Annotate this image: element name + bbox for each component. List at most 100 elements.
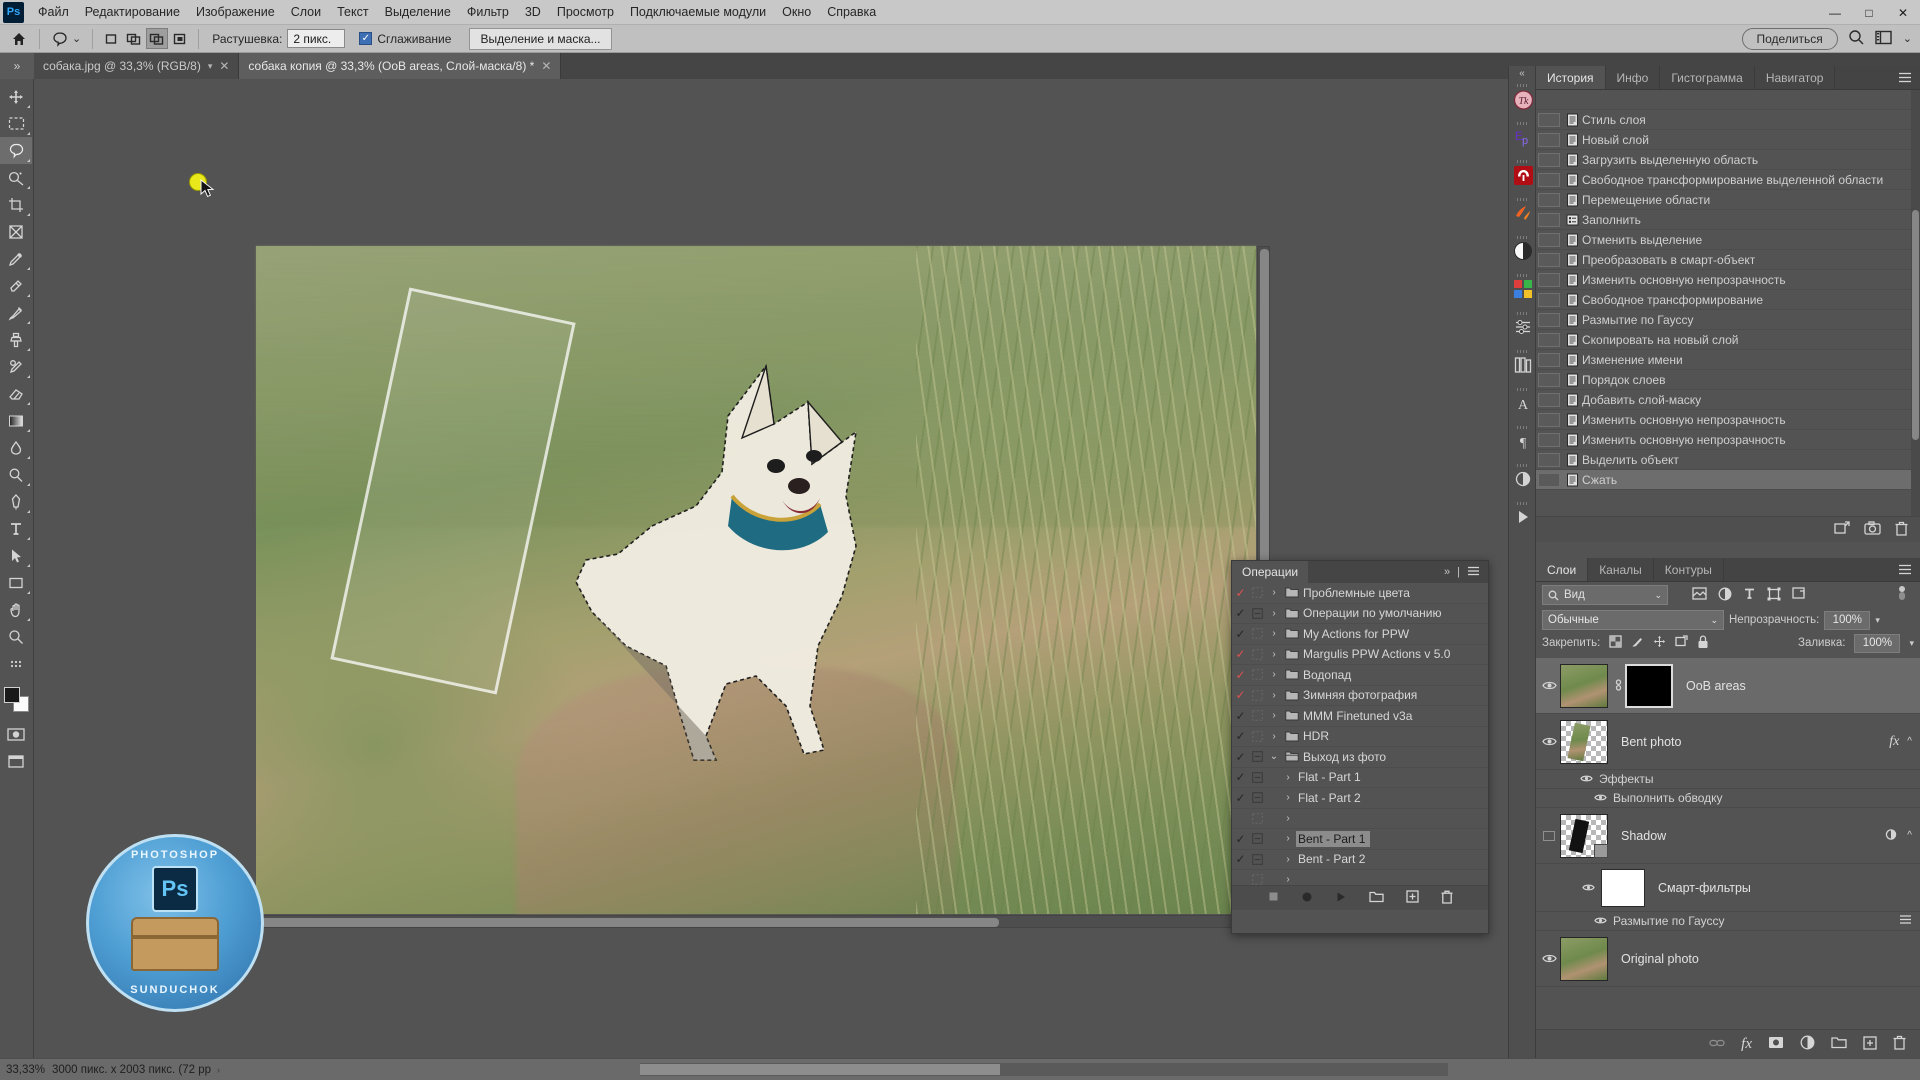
layer-row-oob-areas[interactable]: OoB areas bbox=[1536, 658, 1920, 714]
history-snapshot-box[interactable] bbox=[1538, 252, 1560, 267]
eye-icon-hidden[interactable] bbox=[1538, 830, 1560, 842]
brush-tool[interactable] bbox=[0, 299, 32, 326]
eye-icon[interactable] bbox=[1594, 791, 1607, 805]
action-dialog-toggle-icon[interactable] bbox=[1249, 771, 1266, 783]
properties-icon[interactable] bbox=[1509, 308, 1537, 346]
action-row[interactable]: › bbox=[1232, 809, 1488, 829]
chevron-right-icon[interactable]: › bbox=[1280, 874, 1296, 885]
history-item[interactable]: Скопировать на новый слой bbox=[1536, 330, 1920, 350]
exposure-icon[interactable]: Ep bbox=[1509, 118, 1537, 156]
menu-filter[interactable]: Фильтр bbox=[459, 2, 517, 22]
action-row[interactable]: ✓ › My Actions for PPW bbox=[1232, 624, 1488, 645]
menu-help[interactable]: Справка bbox=[819, 2, 884, 22]
history-snapshot-box[interactable] bbox=[1538, 292, 1560, 307]
layer-effect-stroke-row[interactable]: Выполнить обводку bbox=[1536, 789, 1920, 808]
tab-navigator[interactable]: Навигатор bbox=[1754, 66, 1836, 89]
layer-row-bent-photo[interactable]: Bent photo fx ^ bbox=[1536, 714, 1920, 770]
action-dialog-toggle-icon[interactable] bbox=[1249, 792, 1266, 804]
fill-input[interactable]: 100% bbox=[1854, 633, 1901, 653]
layer-effects-row[interactable]: Эффекты bbox=[1536, 770, 1920, 789]
tab-history[interactable]: История bbox=[1536, 66, 1606, 89]
chevron-right-icon[interactable]: › bbox=[1266, 710, 1282, 721]
actions-play-icon[interactable] bbox=[1509, 498, 1537, 536]
play-icon[interactable] bbox=[1335, 891, 1347, 906]
nik-collection-icon[interactable] bbox=[1509, 232, 1537, 270]
history-item[interactable]: Перемещение области bbox=[1536, 190, 1920, 210]
action-toggle-icon[interactable]: ✓ bbox=[1232, 709, 1249, 723]
action-dialog-toggle-icon[interactable] bbox=[1249, 853, 1266, 865]
document-tab-1[interactable]: собака.jpg @ 33,3% (RGB/8) ▾ ✕ bbox=[34, 53, 240, 79]
home-icon[interactable] bbox=[6, 26, 32, 52]
history-snapshot-box[interactable] bbox=[1538, 132, 1560, 147]
history-item[interactable]: Преобразовать в смарт-объект bbox=[1536, 250, 1920, 270]
opacity-caret-icon[interactable]: ▾ bbox=[1875, 615, 1880, 626]
action-toggle-icon[interactable]: ✓ bbox=[1232, 832, 1249, 846]
history-item[interactable]: Отменить выделение bbox=[1536, 230, 1920, 250]
layer-thumbnail[interactable] bbox=[1560, 719, 1608, 764]
action-dialog-toggle-icon[interactable] bbox=[1249, 751, 1266, 763]
eye-icon[interactable] bbox=[1538, 953, 1560, 964]
crop-tool[interactable] bbox=[0, 191, 32, 218]
subtract-from-selection-button[interactable] bbox=[146, 28, 169, 49]
lock-position-icon[interactable] bbox=[1653, 635, 1666, 651]
record-icon[interactable] bbox=[1301, 891, 1313, 906]
close-icon[interactable]: ✕ bbox=[541, 59, 551, 73]
tab-info[interactable]: Инфо bbox=[1605, 66, 1661, 89]
chevron-right-icon[interactable]: › bbox=[1266, 690, 1282, 701]
history-snapshot-box[interactable] bbox=[1538, 272, 1560, 287]
action-row[interactable]: ✓ ⌄ Выход из фото bbox=[1232, 747, 1488, 768]
action-toggle-icon[interactable]: ✓ bbox=[1232, 668, 1249, 682]
dodge-tool[interactable] bbox=[0, 461, 32, 488]
tool-preset-picker[interactable]: ⌄ bbox=[47, 30, 85, 48]
chevron-right-icon[interactable]: › bbox=[1266, 731, 1282, 742]
eraser-tool[interactable] bbox=[0, 380, 32, 407]
frame-tool[interactable] bbox=[0, 218, 32, 245]
history-item[interactable]: Порядок слоев bbox=[1536, 370, 1920, 390]
menu-text[interactable]: Текст bbox=[329, 2, 376, 22]
action-row[interactable]: ✓ › HDR bbox=[1232, 727, 1488, 747]
workspace-caret-icon[interactable]: ⌄ bbox=[1903, 32, 1912, 45]
eye-icon[interactable] bbox=[1594, 914, 1607, 928]
chevron-right-icon[interactable]: › bbox=[1280, 813, 1296, 824]
color-swatches[interactable] bbox=[0, 683, 32, 715]
edit-toolbar-button[interactable] bbox=[0, 650, 32, 677]
action-row[interactable]: ✓ › Margulis PPW Actions v 5.0 bbox=[1232, 645, 1488, 665]
chevron-right-icon[interactable]: › bbox=[1266, 608, 1282, 619]
tab-paths[interactable]: Контуры bbox=[1653, 558, 1724, 581]
action-dialog-toggle-icon[interactable] bbox=[1249, 587, 1266, 599]
chevron-right-icon[interactable]: › bbox=[1266, 649, 1282, 660]
action-row[interactable]: ✓ › Водопад bbox=[1232, 665, 1488, 686]
history-snapshot-box[interactable] bbox=[1538, 152, 1560, 167]
menu-window[interactable]: Окно bbox=[774, 2, 819, 22]
action-row[interactable]: ✓ › Bent - Part 2 bbox=[1232, 850, 1488, 870]
menu-edit[interactable]: Редактирование bbox=[77, 2, 188, 22]
collapse-panels-button[interactable]: « bbox=[1509, 66, 1535, 80]
history-item[interactable]: Сжать bbox=[1536, 470, 1920, 490]
action-dialog-toggle-icon[interactable] bbox=[1249, 710, 1266, 722]
history-item[interactable]: Размытие по Гауссу bbox=[1536, 310, 1920, 330]
history-snapshot-box[interactable] bbox=[1538, 232, 1560, 247]
clone-stamp-tool[interactable] bbox=[0, 326, 32, 353]
action-dialog-toggle-icon[interactable] bbox=[1249, 607, 1266, 619]
menu-image[interactable]: Изображение bbox=[188, 2, 283, 22]
history-item[interactable]: Свободное трансформирование выделенной о… bbox=[1536, 170, 1920, 190]
layer-thumbnail[interactable] bbox=[1560, 936, 1608, 981]
action-toggle-icon[interactable]: ✓ bbox=[1232, 770, 1249, 784]
lasso-tool[interactable] bbox=[0, 137, 32, 164]
chevron-right-icon[interactable]: › bbox=[1266, 587, 1282, 598]
eye-icon[interactable] bbox=[1538, 736, 1560, 747]
anthropics-icon[interactable] bbox=[1509, 156, 1537, 194]
new-selection-button[interactable] bbox=[100, 28, 122, 49]
filter-toggle-icon[interactable] bbox=[1896, 585, 1914, 606]
link-mask-icon[interactable] bbox=[1611, 679, 1625, 692]
history-snapshot-box[interactable] bbox=[1538, 192, 1560, 207]
chevron-right-icon[interactable]: › bbox=[1266, 628, 1282, 639]
search-icon[interactable] bbox=[1848, 29, 1865, 49]
eye-icon[interactable] bbox=[1582, 881, 1595, 895]
paragraph-icon[interactable]: ¶ bbox=[1509, 422, 1537, 460]
scrollbar-thumb[interactable] bbox=[1912, 210, 1919, 440]
zoom-level[interactable]: 33,33% bbox=[0, 1064, 52, 1076]
history-item[interactable]: Стиль слоя bbox=[1536, 110, 1920, 130]
action-dialog-toggle-icon[interactable] bbox=[1249, 874, 1266, 885]
rectangle-tool[interactable] bbox=[0, 569, 32, 596]
